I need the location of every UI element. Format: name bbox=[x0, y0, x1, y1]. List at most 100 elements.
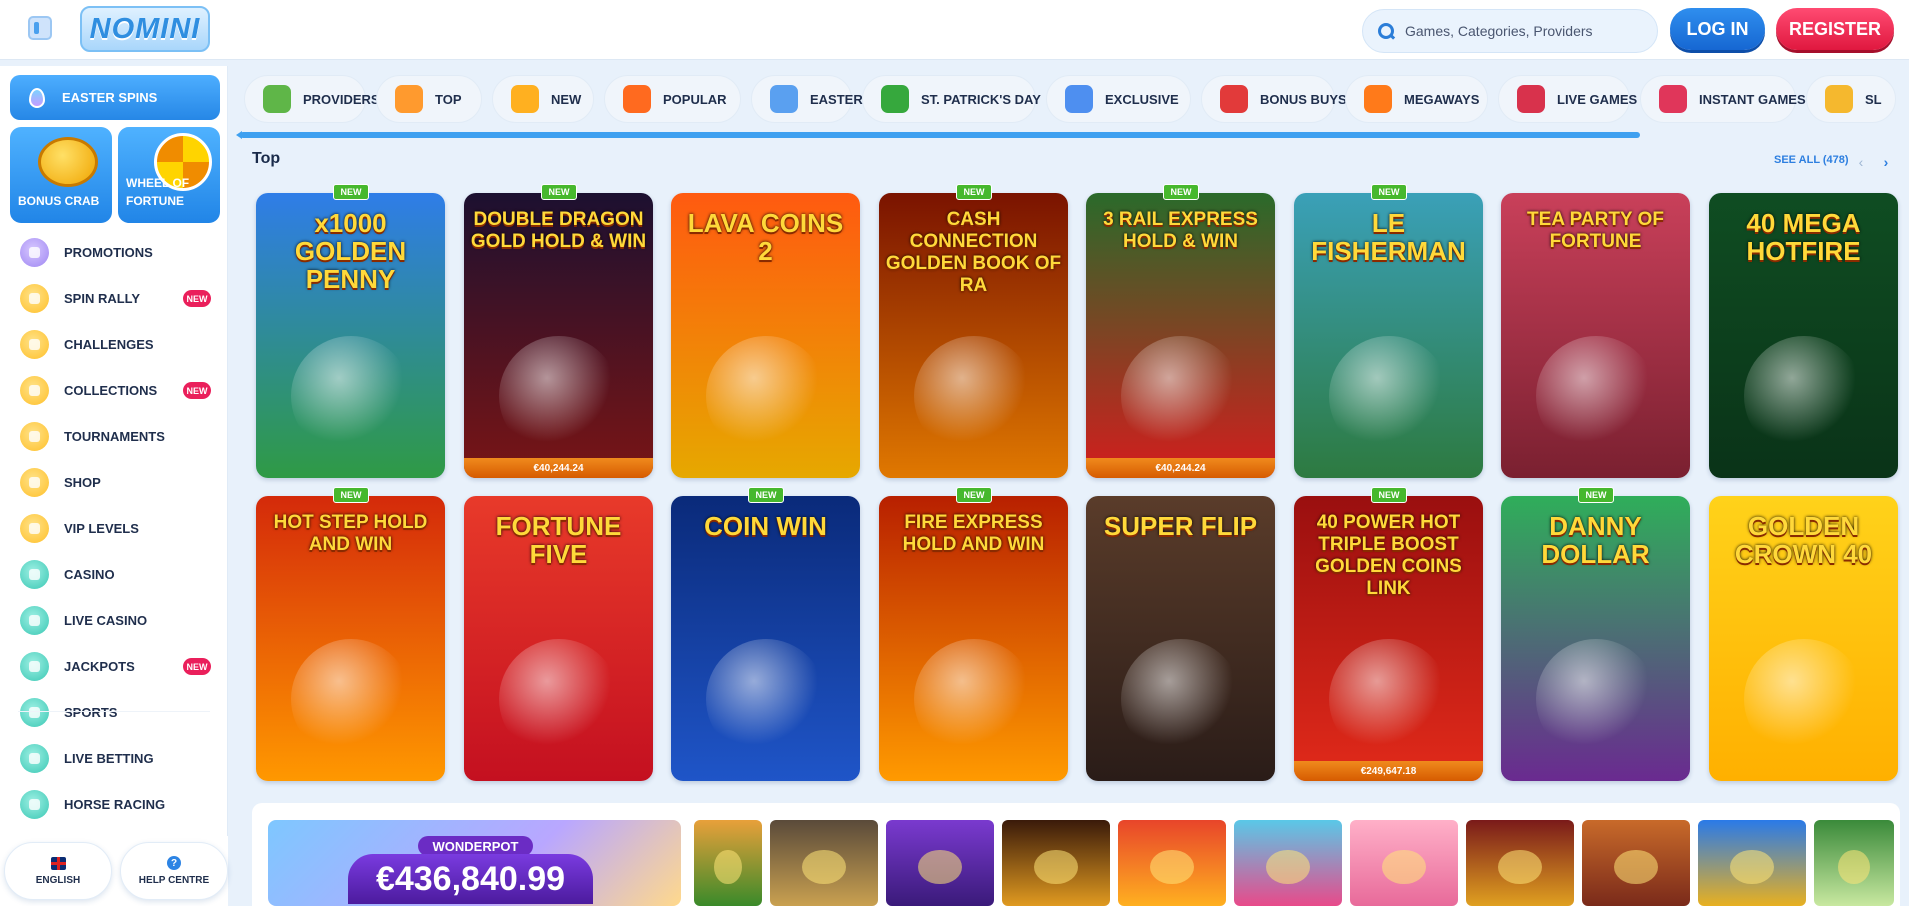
login-button[interactable]: LOG IN bbox=[1670, 8, 1765, 50]
game-title: LAVA COINS 2 bbox=[687, 208, 844, 266]
logo[interactable]: NOMINI bbox=[80, 6, 210, 52]
game-thumbnail[interactable] bbox=[1002, 820, 1110, 906]
category-sl[interactable]: SL bbox=[1806, 75, 1896, 123]
game-card[interactable]: 40 MEGA HOTFIRE bbox=[1709, 193, 1898, 478]
sidebar-item-collections[interactable]: COLLECTIONS NEW bbox=[0, 367, 228, 413]
easter-spins-button[interactable]: EASTER SPINS bbox=[10, 75, 220, 120]
category-providers[interactable]: PROVIDERS bbox=[244, 75, 380, 123]
new-tag: NEW bbox=[956, 184, 992, 200]
game-card[interactable]: x1000 GOLDEN PENNY bbox=[256, 193, 445, 478]
header: NOMINI LOG IN REGISTER bbox=[0, 0, 1909, 60]
game-thumbnail[interactable] bbox=[1234, 820, 1342, 906]
help-centre-label: HELP CENTRE bbox=[138, 875, 210, 886]
challenges-icon bbox=[20, 330, 49, 359]
sidebar-item-vip-levels[interactable]: VIP LEVELS bbox=[0, 505, 228, 551]
game-card[interactable]: HOT STEP HOLD AND WIN bbox=[256, 496, 445, 781]
game-artwork bbox=[290, 639, 411, 759]
game-card[interactable]: SUPER FLIP bbox=[1086, 496, 1275, 781]
game-card[interactable]: DOUBLE DRAGON GOLD HOLD & WIN €40,244.24 bbox=[464, 193, 653, 478]
category-new[interactable]: NEW bbox=[492, 75, 594, 123]
game-card[interactable]: TEA PARTY OF FORTUNE bbox=[1501, 193, 1690, 478]
game-card[interactable]: GOLDEN CROWN 40 bbox=[1709, 496, 1898, 781]
search-input[interactable] bbox=[1405, 23, 1635, 39]
category-instant-games[interactable]: INSTANT GAMES bbox=[1640, 75, 1806, 123]
sidebar-item-challenges[interactable]: CHALLENGES bbox=[0, 321, 228, 367]
see-all-link[interactable]: SEE ALL (478) bbox=[1774, 154, 1849, 166]
game-title: TEA PARTY OF FORTUNE bbox=[1527, 209, 1664, 252]
game-card[interactable]: FIRE EXPRESS HOLD AND WIN bbox=[879, 496, 1068, 781]
category-scrollbar[interactable] bbox=[240, 132, 1640, 138]
wonderpot-banner[interactable]: WONDERPOT €436,840.99 bbox=[268, 820, 681, 906]
game-thumbnail[interactable] bbox=[1350, 820, 1458, 906]
new-tag: NEW bbox=[333, 184, 369, 200]
game-artwork bbox=[913, 336, 1034, 456]
category-st-patrick-s-day[interactable]: ST. PATRICK'S DAY bbox=[862, 75, 1041, 123]
sidebar-item-live-betting[interactable]: LIVE BETTING bbox=[0, 735, 228, 781]
game-title: 40 POWER HOT TRIPLE BOOST GOLDEN COINS L… bbox=[1315, 512, 1462, 599]
game-card[interactable]: CASH CONNECTION GOLDEN BOOK OF RA bbox=[879, 193, 1068, 478]
game-card[interactable]: COIN WIN bbox=[671, 496, 860, 781]
category-popular[interactable]: POPULAR bbox=[604, 75, 741, 123]
category-top[interactable]: TOP bbox=[376, 75, 482, 123]
register-button[interactable]: REGISTER bbox=[1776, 8, 1894, 50]
prev-arrow-icon[interactable]: ‹ bbox=[1851, 152, 1871, 172]
sidebar-item-casino[interactable]: CASINO bbox=[0, 551, 228, 597]
bonus-crab-tile[interactable]: BONUS CRAB bbox=[10, 127, 112, 223]
sidebar-item-jackpots[interactable]: JACKPOTS NEW bbox=[0, 643, 228, 689]
sidebar-footer: ENGLISH ? HELP CENTRE bbox=[0, 836, 228, 906]
game-artwork bbox=[1328, 336, 1449, 456]
game-card[interactable]: LAVA COINS 2 bbox=[671, 193, 860, 478]
sidebar-item-spin-rally[interactable]: SPIN RALLY NEW bbox=[0, 275, 228, 321]
spin-rally-icon bbox=[20, 284, 49, 313]
game-artwork bbox=[1743, 336, 1864, 456]
game-thumbnail[interactable] bbox=[770, 820, 878, 906]
new-tag: NEW bbox=[1578, 487, 1614, 503]
new-badge: NEW bbox=[183, 382, 211, 399]
game-card[interactable]: 40 POWER HOT TRIPLE BOOST GOLDEN COINS L… bbox=[1294, 496, 1483, 781]
game-title: DOUBLE DRAGON GOLD HOLD & WIN bbox=[470, 209, 647, 252]
sidebar-item-label: LIVE CASINO bbox=[64, 612, 148, 628]
category-label: NEW bbox=[551, 91, 582, 107]
wheel-of-fortune-tile[interactable]: WHEEL OF FORTUNE bbox=[118, 127, 220, 223]
game-card[interactable]: LE FISHERMAN bbox=[1294, 193, 1483, 478]
game-thumbnail[interactable] bbox=[886, 820, 994, 906]
game-thumbnail[interactable] bbox=[1466, 820, 1574, 906]
game-artwork bbox=[1535, 639, 1656, 759]
sidebar-item-live-casino[interactable]: LIVE CASINO bbox=[0, 597, 228, 643]
game-card[interactable]: 3 RAIL EXPRESS HOLD & WIN €40,244.24 bbox=[1086, 193, 1275, 478]
help-icon: ? bbox=[167, 856, 181, 870]
language-button[interactable]: ENGLISH bbox=[4, 842, 112, 900]
sidebar-item-label: LIVE BETTING bbox=[64, 750, 154, 766]
sidebar-toggle-icon[interactable] bbox=[28, 16, 52, 40]
category-label: SL bbox=[1865, 91, 1882, 107]
help-centre-button[interactable]: ? HELP CENTRE bbox=[120, 842, 228, 900]
sidebar-item-label: CHALLENGES bbox=[64, 336, 154, 352]
category-live-games[interactable]: LIVE GAMES bbox=[1498, 75, 1637, 123]
game-thumbnail[interactable] bbox=[1118, 820, 1226, 906]
sidebar-item-label: HORSE RACING bbox=[64, 796, 166, 812]
jackpots-icon bbox=[20, 652, 49, 681]
game-card[interactable]: FORTUNE FIVE bbox=[464, 496, 653, 781]
instant-games-icon bbox=[1659, 85, 1687, 113]
category-easter[interactable]: EASTER bbox=[751, 75, 863, 123]
search-icon bbox=[1377, 22, 1395, 40]
sidebar-item-promotions[interactable]: PROMOTIONS bbox=[0, 229, 228, 275]
language-label: ENGLISH bbox=[35, 874, 81, 886]
game-title: CASH CONNECTION GOLDEN BOOK OF RA bbox=[885, 209, 1062, 296]
game-thumbnail[interactable] bbox=[1814, 820, 1894, 906]
search-bar[interactable] bbox=[1362, 9, 1658, 53]
sidebar-item-tournaments[interactable]: TOURNAMENTS bbox=[0, 413, 228, 459]
game-card[interactable]: DANNY DOLLAR bbox=[1501, 496, 1690, 781]
category-exclusive[interactable]: EXCLUSIVE bbox=[1046, 75, 1191, 123]
game-title: 3 RAIL EXPRESS HOLD & WIN bbox=[1103, 209, 1258, 252]
category-megaways[interactable]: MEGAWAYS bbox=[1345, 75, 1488, 123]
next-arrow-icon[interactable]: › bbox=[1876, 152, 1896, 172]
game-thumbnail[interactable] bbox=[694, 820, 762, 906]
game-thumbnail[interactable] bbox=[1582, 820, 1690, 906]
sidebar-item-shop[interactable]: SHOP bbox=[0, 459, 228, 505]
category-bonus-buys[interactable]: BONUS BUYS bbox=[1201, 75, 1347, 123]
game-thumbnail[interactable] bbox=[1698, 820, 1806, 906]
category-label: MEGAWAYS bbox=[1404, 91, 1480, 107]
sidebar-item-sports[interactable]: SPORTS bbox=[0, 689, 228, 735]
sidebar-item-horse-racing[interactable]: HORSE RACING bbox=[0, 781, 228, 827]
